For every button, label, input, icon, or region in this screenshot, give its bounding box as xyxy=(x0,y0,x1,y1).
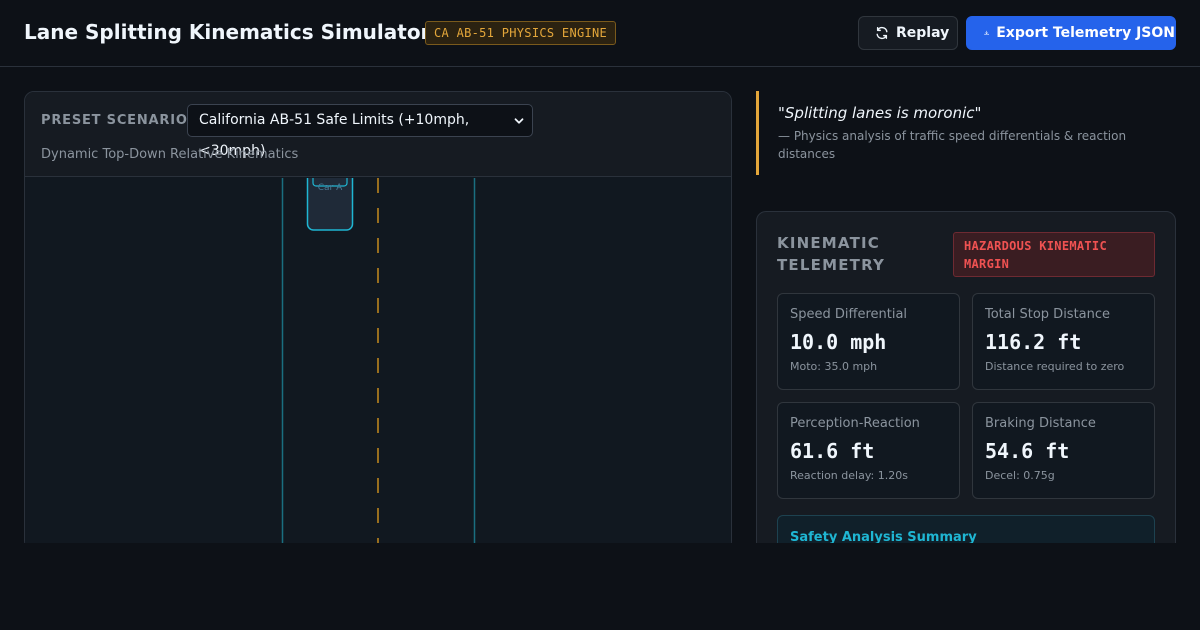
metric-card-total-stop-distance: Total Stop Distance 116.2 ft Distance re… xyxy=(972,293,1155,390)
viewport-bottom-area xyxy=(0,543,1200,630)
export-button-label: Export Telemetry JSON xyxy=(996,25,1175,41)
quote-source: — Physics analysis of traffic speed diff… xyxy=(778,129,1127,161)
metric-subtext: Moto: 35.0 mph xyxy=(790,360,878,373)
top-bar: Lane Splitting Kinematics Simulator CA A… xyxy=(0,0,1200,67)
simulator-panel: PRESET SCENARIO: California AB-51 Safe L… xyxy=(24,91,732,551)
metric-label: Perception-Reaction xyxy=(790,416,920,431)
metric-card-perception-reaction: Perception-Reaction 61.6 ft Reaction del… xyxy=(777,402,960,499)
quote-block: "Splitting lanes is moronic" — Physics a… xyxy=(756,91,1176,175)
chevron-down-icon xyxy=(514,118,524,124)
simulator-header: PRESET SCENARIO: California AB-51 Safe L… xyxy=(25,92,731,177)
metric-subtext: Decel: 0.75g xyxy=(985,469,1055,482)
metric-value: 54.6 ft xyxy=(985,439,1070,463)
engine-badge: CA AB-51 PHYSICS ENGINE xyxy=(425,21,617,45)
replay-button-label: Replay xyxy=(896,25,950,41)
preset-scenario-select[interactable]: California AB-51 Safe Limits (+10mph, <3… xyxy=(187,104,533,159)
metric-value: 116.2 ft xyxy=(985,330,1082,354)
app-title: Lane Splitting Kinematics Simulator xyxy=(24,20,431,44)
metric-card-speed-differential: Speed Differential 10.0 mph Moto: 35.0 m… xyxy=(777,293,960,390)
road-canvas: Car A xyxy=(25,178,731,550)
metric-label: Braking Distance xyxy=(985,416,1096,431)
export-telemetry-button[interactable]: Export Telemetry JSON xyxy=(966,16,1176,50)
download-icon xyxy=(984,30,989,36)
quote-text: "Splitting lanes is moronic" xyxy=(778,104,982,122)
metric-value: 10.0 mph xyxy=(790,330,887,354)
metric-value: 61.6 ft xyxy=(790,439,875,463)
metric-card-braking-distance: Braking Distance 54.6 ft Decel: 0.75g xyxy=(972,402,1155,499)
metric-label: Total Stop Distance xyxy=(985,307,1111,322)
status-badge: HAZARDOUS KINEMATIC MARGIN xyxy=(953,232,1155,277)
telemetry-title: KINEMATIC TELEMETRY xyxy=(777,234,886,274)
metric-subtext: Distance required to zero xyxy=(985,360,1125,373)
metric-label: Speed Differential xyxy=(790,307,908,322)
replay-button[interactable]: Replay xyxy=(858,16,958,50)
car-a: Car A xyxy=(306,178,354,231)
telemetry-panel: KINEMATIC TELEMETRY HAZARDOUS KINEMATIC … xyxy=(756,211,1176,595)
simulator-subtitle: Dynamic Top-Down Relative Kinematics xyxy=(41,147,299,162)
metric-subtext: Reaction delay: 1.20s xyxy=(790,469,908,482)
car-a-label: Car A xyxy=(318,183,343,193)
preset-scenario-label: PRESET SCENARIO: xyxy=(41,113,194,128)
refresh-icon xyxy=(876,26,888,40)
